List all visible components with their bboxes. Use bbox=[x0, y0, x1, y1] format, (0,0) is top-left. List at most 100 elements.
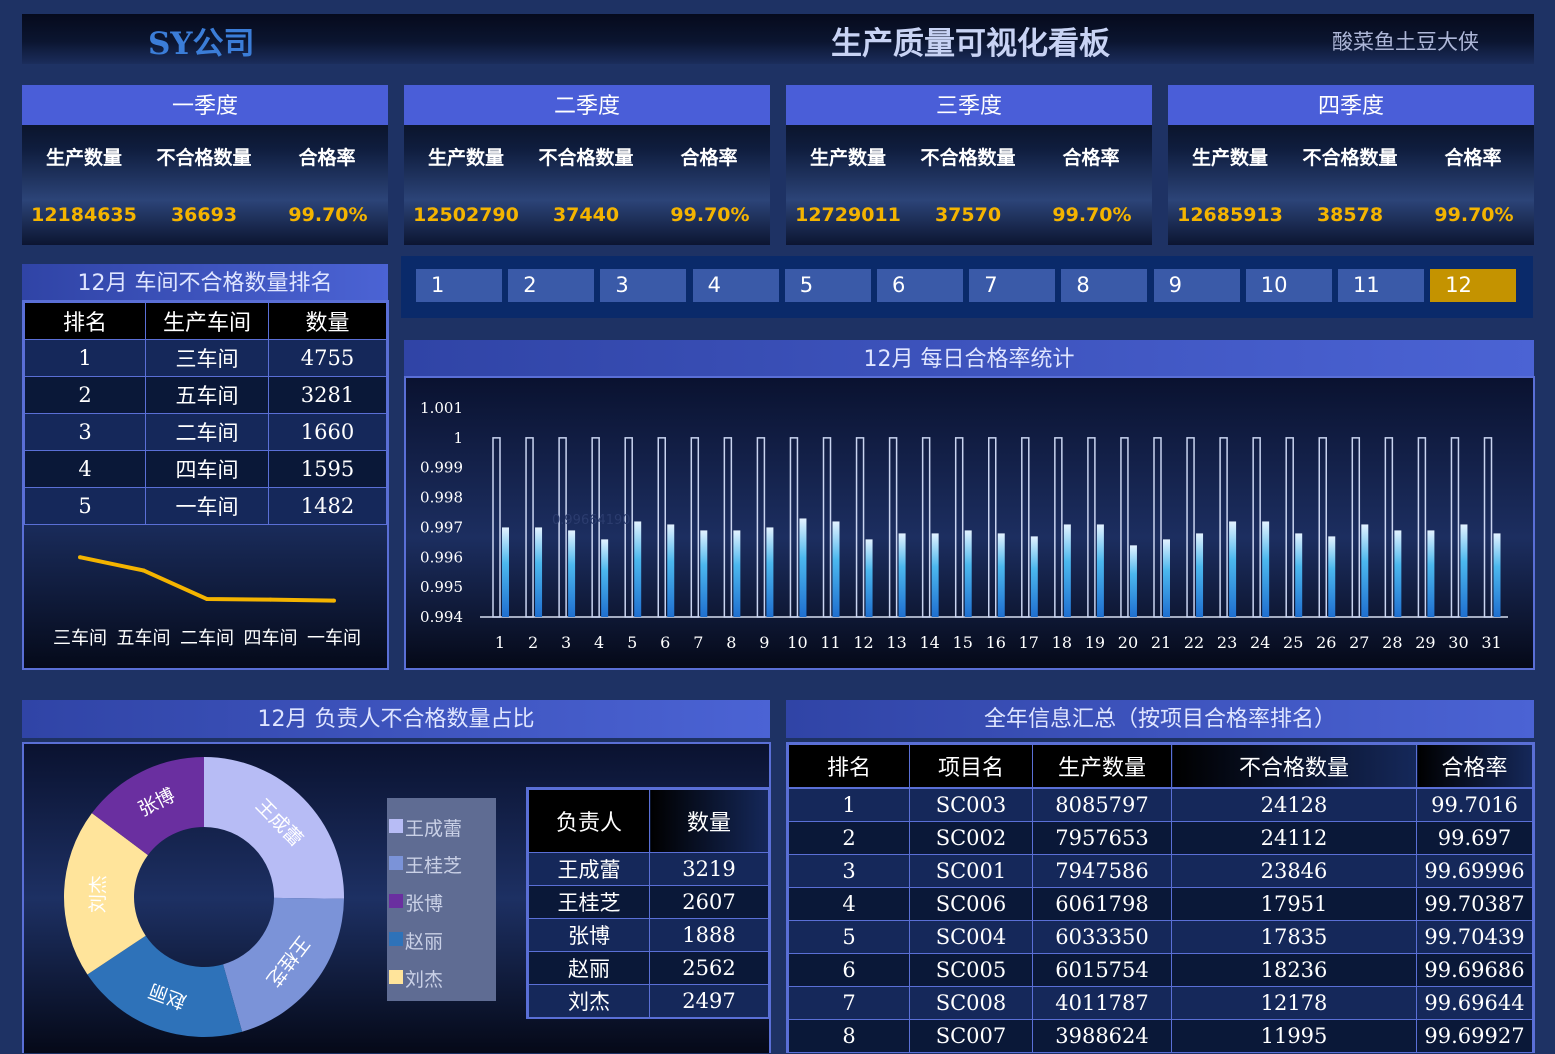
x-tick-label: 1 bbox=[495, 633, 505, 652]
bar-outline bbox=[1384, 437, 1394, 618]
x-tick-label: 13 bbox=[886, 633, 906, 652]
x-tick-label: 31 bbox=[1481, 633, 1501, 652]
month-button-8[interactable]: 8 bbox=[1061, 269, 1148, 302]
bar bbox=[997, 533, 1005, 617]
bar-outline bbox=[888, 437, 898, 618]
bar bbox=[1328, 536, 1336, 617]
production-cell: 6033350 bbox=[1032, 920, 1172, 954]
x-tick-label: 14 bbox=[919, 633, 939, 652]
y-tick-label: 1 bbox=[453, 429, 463, 447]
quarter-card-4: 四季度 生产数量 不合格数量 合格率 12685913 38578 99.70% bbox=[1168, 85, 1534, 245]
pass-rate-value: 99.70% bbox=[1434, 204, 1514, 226]
x-tick-label: 8 bbox=[726, 633, 736, 652]
owner-cell: 王成蕾 bbox=[528, 852, 650, 886]
production-cell: 4011787 bbox=[1032, 986, 1172, 1020]
x-tick-label: 11 bbox=[820, 633, 840, 652]
bar bbox=[667, 524, 675, 617]
quarter-card-2: 二季度 生产数量 不合格数量 合格率 12502790 37440 99.70% bbox=[404, 85, 770, 245]
x-tick-label: 三车间 bbox=[53, 628, 107, 649]
workshop-cell: 五车间 bbox=[145, 376, 269, 414]
defect-cell: 23846 bbox=[1171, 854, 1417, 888]
month-button-3[interactable]: 3 bbox=[600, 269, 687, 302]
bar-outline bbox=[1318, 437, 1327, 618]
bar bbox=[1196, 533, 1204, 617]
x-tick-label: 15 bbox=[953, 633, 973, 652]
defect-value: 38578 bbox=[1316, 204, 1384, 226]
legend-label: 张博 bbox=[405, 893, 444, 915]
rank-cell: 6 bbox=[788, 953, 910, 987]
bar-outline bbox=[525, 437, 534, 618]
month-button-2[interactable]: 2 bbox=[508, 269, 595, 302]
defect-value: 37570 bbox=[934, 204, 1002, 226]
production-label: 生产数量 bbox=[1191, 147, 1268, 169]
defect-label: 不合格数量 bbox=[538, 147, 634, 169]
workshop-cell: 三车间 bbox=[145, 339, 269, 377]
daily-chart-panel: 1.001 1 0.999 0.998 0.997 0.996 0.995 0.994 1 2 3 4… bbox=[404, 376, 1535, 670]
month-button-7[interactable]: 7 bbox=[969, 269, 1056, 302]
y-tick-label: 0.995 bbox=[420, 578, 463, 596]
defect-value: 36693 bbox=[170, 204, 238, 226]
x-tick-label: 一车间 bbox=[307, 628, 361, 649]
legend-swatch bbox=[389, 932, 403, 946]
month-button-6[interactable]: 6 bbox=[877, 269, 963, 302]
workshop-rank-title: 12月 车间不合格数量排名 bbox=[22, 264, 388, 302]
project-cell: SC005 bbox=[909, 953, 1033, 987]
count-cell: 1482 bbox=[268, 487, 387, 525]
x-tick-label: 12 bbox=[853, 633, 873, 652]
rank-cell: 3 bbox=[788, 854, 910, 888]
rank-cell: 1 bbox=[24, 339, 146, 377]
production-label: 生产数量 bbox=[45, 147, 122, 169]
month-button-11[interactable]: 11 bbox=[1338, 269, 1424, 302]
workshop-line-chart: 三车间 五车间 二车间 四车间 一车间 bbox=[53, 555, 361, 649]
x-tick-label: 22 bbox=[1184, 633, 1204, 652]
pass-rate-cell: 99.70439 bbox=[1416, 920, 1533, 954]
production-value: 12685913 bbox=[1177, 204, 1283, 226]
owner-table-box: 负责人 数量 王成蕾 3219 王桂芝 2607 张博 1888 赵丽 2562… bbox=[526, 787, 771, 1019]
col-production: 生产数量 bbox=[1032, 744, 1172, 788]
pass-rate-label: 合格率 bbox=[1062, 147, 1120, 169]
bar bbox=[964, 530, 972, 617]
month-button-5[interactable]: 5 bbox=[784, 269, 871, 302]
bar bbox=[1129, 545, 1137, 617]
bar bbox=[1163, 539, 1170, 617]
legend-item: 王桂芝 bbox=[389, 851, 462, 878]
bar bbox=[1361, 524, 1369, 617]
x-tick-label: 五车间 bbox=[117, 628, 171, 649]
line-point bbox=[332, 598, 336, 603]
month-button-1[interactable]: 1 bbox=[416, 269, 502, 302]
defect-label: 不合格数量 bbox=[920, 147, 1016, 169]
x-tick-label: 29 bbox=[1415, 633, 1435, 652]
project-cell: SC001 bbox=[909, 854, 1033, 888]
month-button-9[interactable]: 9 bbox=[1153, 269, 1240, 302]
bar bbox=[700, 530, 708, 617]
bar bbox=[766, 527, 774, 617]
y-tick-label: 0.996 bbox=[420, 548, 463, 566]
month-button-12[interactable]: 12 bbox=[1430, 269, 1517, 302]
bar bbox=[799, 518, 807, 617]
defect-cell: 18236 bbox=[1171, 953, 1417, 987]
table-row: 1 三车间 4755 bbox=[24, 339, 387, 377]
owner-cell: 刘杰 bbox=[528, 984, 650, 1018]
bar bbox=[568, 530, 576, 617]
table-row: 7 SC008 4011787 12178 99.69644 bbox=[788, 986, 1533, 1020]
rank-cell: 2 bbox=[24, 376, 146, 414]
production-cell: 6061798 bbox=[1032, 887, 1172, 921]
page-title: 生产质量可视化看板 bbox=[831, 26, 1110, 62]
month-button-4[interactable]: 4 bbox=[692, 269, 779, 302]
table-row: 6 SC005 6015754 18236 99.69686 bbox=[788, 953, 1533, 987]
bar bbox=[1427, 530, 1435, 617]
y-tick-label: 0.998 bbox=[420, 489, 463, 507]
workshop-rank-table: 排名 生产车间 数量 1 三车间 4755 2 五车间 3281 3 二车间 1… bbox=[24, 302, 387, 525]
y-tick-label: 0.994 bbox=[420, 608, 463, 626]
bar-outline bbox=[1021, 437, 1030, 618]
bar bbox=[1063, 524, 1071, 617]
bar bbox=[601, 539, 609, 617]
annual-table-body: 1 SC003 8085797 24128 99.7016 2 SC002 7957653 24… bbox=[788, 788, 1533, 1053]
x-tick-label: 28 bbox=[1382, 633, 1402, 652]
bar-outline bbox=[756, 437, 766, 618]
month-button-10[interactable]: 10 bbox=[1245, 269, 1332, 302]
x-tick-label: 10 bbox=[787, 633, 807, 652]
defect-cell: 12178 bbox=[1171, 986, 1417, 1020]
defect-cell: 11995 bbox=[1171, 1019, 1417, 1053]
pass-rate-label: 合格率 bbox=[680, 147, 738, 169]
